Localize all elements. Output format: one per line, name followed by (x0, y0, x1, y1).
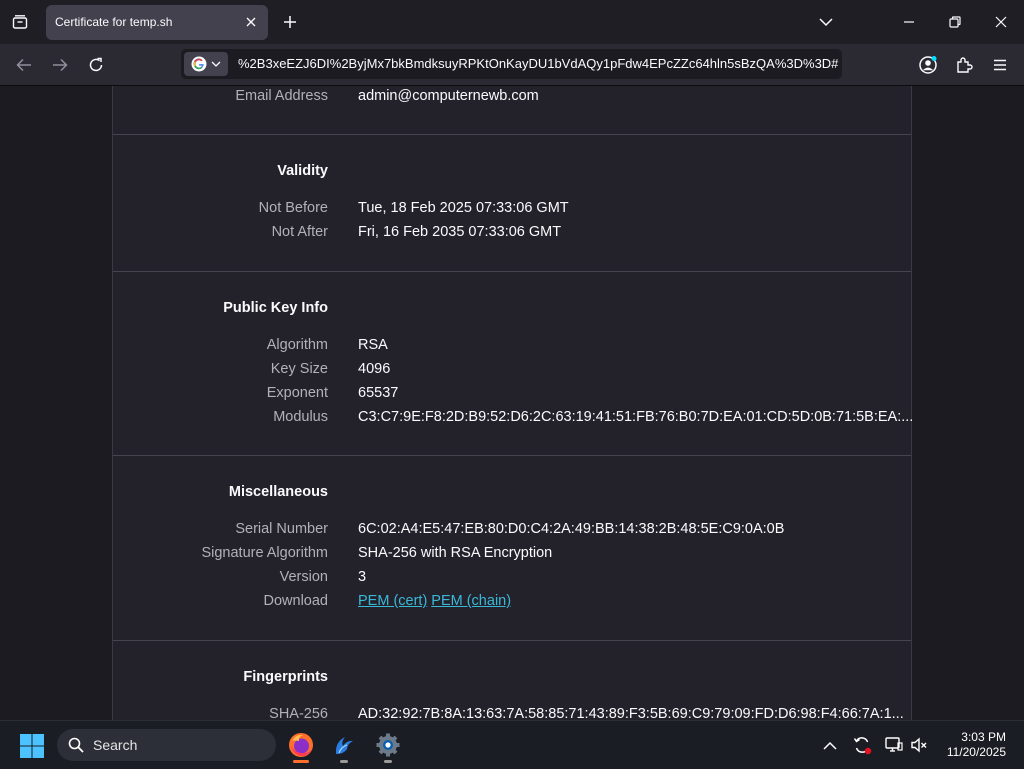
url-text[interactable]: %2B3xeEZJ6DI%2ByjMx7bkBmdksuyRPKtOnKayDU… (238, 56, 838, 71)
search-engine-button[interactable] (184, 52, 228, 76)
fingerprints-title: Fingerprints (243, 669, 328, 685)
sync-icon[interactable] (850, 733, 874, 757)
bird-app-icon[interactable] (326, 727, 362, 763)
volume-muted-icon[interactable] (907, 733, 931, 757)
back-icon[interactable] (9, 50, 39, 80)
clock-date: 11/20/2025 (946, 745, 1006, 759)
chevron-up-icon[interactable] (818, 733, 842, 757)
gear-app-icon[interactable] (370, 727, 406, 763)
certificate-viewer: Email Address admin@computernewb.com Val… (0, 86, 1024, 720)
sha256-label: SHA-256 (269, 706, 328, 720)
algorithm-label: Algorithm (266, 337, 328, 353)
key-size-value: 4096 (358, 361, 391, 377)
misc-title: Miscellaneous (228, 484, 328, 500)
system-clock[interactable]: 3:03 PM 11/20/2025 (930, 730, 1006, 760)
chevron-down-icon (211, 61, 221, 67)
serial-number-label: Serial Number (235, 521, 328, 537)
exponent-label: Exponent (266, 385, 328, 401)
modulus-value[interactable]: C3:C7:9E:F8:2D:B9:52:D6:2C:63:19:41:51:F… (358, 409, 913, 425)
version-label: Version (279, 569, 328, 585)
version-value: 3 (358, 569, 367, 585)
algorithm-value: RSA (358, 337, 388, 353)
active-app-indicator (293, 760, 309, 763)
running-app-indicator (340, 760, 348, 763)
serial-number-value: 6C:02:A4:E5:47:EB:80:D0:C4:2A:49:BB:14:3… (358, 521, 785, 537)
divider (113, 134, 911, 135)
running-app-indicator (384, 760, 392, 763)
forward-icon[interactable] (45, 50, 75, 80)
divider (113, 271, 911, 272)
taskbar-search[interactable]: Search (57, 729, 276, 761)
title-bar: Certificate for temp.sh (0, 0, 1024, 44)
firefox-icon[interactable] (283, 727, 319, 763)
key-size-label: Key Size (270, 361, 328, 377)
search-placeholder: Search (93, 737, 138, 753)
signature-algorithm-label: Signature Algorithm (201, 545, 328, 561)
google-icon (191, 56, 207, 72)
download-links: PEM (cert) PEM (chain) (358, 593, 515, 609)
not-before-label: Not Before (258, 200, 328, 216)
address-bar[interactable]: %2B3xeEZJ6DI%2ByjMx7bkBmdksuyRPKtOnKayDU… (181, 49, 842, 79)
close-window-icon[interactable] (981, 6, 1021, 38)
signature-algorithm-value: SHA-256 with RSA Encryption (358, 545, 553, 561)
not-before-value: Tue, 18 Feb 2025 07:33:06 GMT (358, 200, 569, 216)
certificate-panel: Email Address admin@computernewb.com Val… (112, 86, 913, 720)
restore-icon[interactable] (935, 6, 975, 38)
pem-cert-link[interactable]: PEM (cert) (358, 593, 427, 609)
email-address-label: Email Address (235, 88, 328, 104)
new-tab-icon[interactable] (278, 9, 302, 35)
tab-close-icon[interactable] (240, 11, 262, 33)
extensions-icon[interactable] (949, 50, 979, 80)
public-key-title: Public Key Info (223, 300, 328, 316)
navigation-toolbar: %2B3xeEZJ6DI%2ByjMx7bkBmdksuyRPKtOnKayDU… (0, 44, 1024, 86)
tab-certificate[interactable]: Certificate for temp.sh (46, 5, 268, 40)
account-icon[interactable] (913, 50, 943, 80)
sha256-value[interactable]: AD:32:92:7B:8A:13:63:7A:58:85:71:43:89:F… (358, 706, 904, 720)
divider (113, 455, 911, 456)
exponent-value: 65537 (358, 385, 399, 401)
tab-title: Certificate for temp.sh (55, 15, 173, 29)
email-address-value: admin@computernewb.com (358, 88, 539, 104)
validity-title: Validity (277, 163, 328, 179)
taskbar: Search 3:03 PM 11/20/2025 (0, 720, 1024, 769)
windows-start-icon[interactable] (19, 733, 45, 759)
menu-icon[interactable] (985, 50, 1015, 80)
not-after-value: Fri, 16 Feb 2035 07:33:06 GMT (358, 224, 562, 240)
minimize-icon[interactable] (889, 6, 929, 38)
list-all-tabs-icon[interactable] (806, 6, 846, 38)
search-icon (68, 737, 84, 753)
clock-time: 3:03 PM (961, 730, 1006, 744)
pem-chain-link[interactable]: PEM (chain) (431, 593, 511, 609)
not-after-label: Not After (271, 224, 328, 240)
tab-list-icon[interactable] (6, 8, 34, 36)
reload-icon[interactable] (81, 50, 111, 80)
download-label: Download (263, 593, 329, 609)
network-icon[interactable] (882, 733, 906, 757)
divider (113, 640, 911, 641)
modulus-label: Modulus (273, 409, 328, 425)
